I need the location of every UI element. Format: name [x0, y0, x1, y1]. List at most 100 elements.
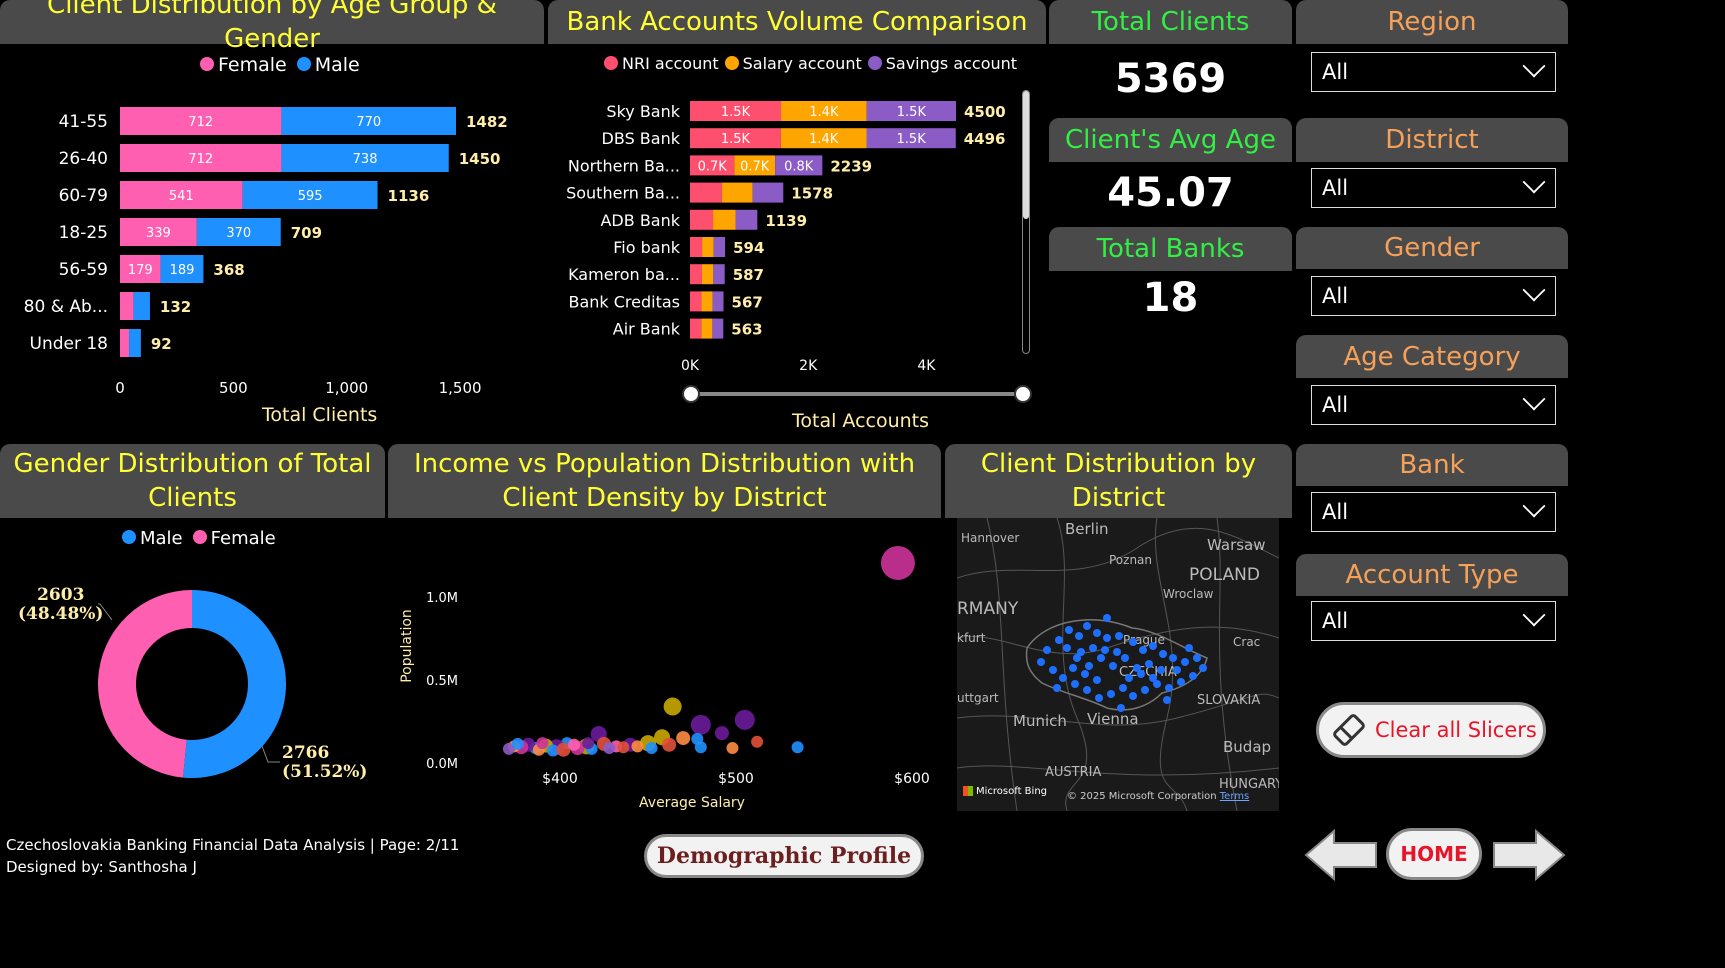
district-dot [1055, 636, 1063, 644]
slicer-region-dropdown[interactable]: All [1311, 52, 1556, 92]
district-point [511, 737, 524, 750]
x-tick-label: 4K [917, 358, 936, 374]
slicer-district-dropdown[interactable]: All [1311, 168, 1556, 208]
map-place-label: HUNGARY [1219, 777, 1279, 792]
district-dot [1107, 690, 1115, 698]
male-slice [183, 590, 286, 778]
female-data-label: 541 [169, 189, 194, 204]
district-dot [1129, 692, 1137, 700]
district-point [645, 742, 658, 755]
slicer-region-value: All [1322, 60, 1349, 84]
slicer-age-category: Age Category All [1296, 335, 1568, 438]
avg-age-label: Client's Avg Age [1049, 118, 1292, 162]
age-gender-xlabel: Total Clients [262, 404, 378, 426]
district-dot [1075, 632, 1083, 640]
slicer-gender: Gender All [1296, 227, 1568, 329]
district-map[interactable]: Berlin Hannover Poznan Warsaw POLAND Wroclaw R… [957, 518, 1279, 811]
home-button[interactable]: HOME [1386, 828, 1482, 880]
female-pct: (48.48%) [18, 604, 104, 624]
scatter-xlabel: Average Salary [639, 795, 745, 811]
map-place-label: Wroclaw [1163, 587, 1214, 601]
segment-data-label: 1.5K [897, 105, 927, 120]
map-place-label: Poznan [1109, 553, 1152, 567]
map-place-label: uttgart [957, 691, 999, 705]
district-dot [1113, 648, 1121, 656]
total-data-label: 1139 [765, 212, 807, 230]
savings-bar [712, 291, 724, 312]
chevron-down-icon [1522, 494, 1546, 518]
total-data-label: 563 [731, 321, 762, 339]
district-dot [1141, 686, 1149, 694]
map-place-label: kfurt [957, 631, 986, 645]
footer-info: Czechoslovakia Banking Financial Data An… [6, 836, 459, 876]
total-data-label: 587 [733, 266, 764, 284]
accounts-scroll-thumb[interactable] [1023, 91, 1029, 219]
clear-slicers-button[interactable]: Clear all Slicers [1316, 702, 1546, 758]
map-title: Client Distribution by District [945, 444, 1292, 518]
clear-slicers-label: Clear all Slicers [1375, 718, 1537, 742]
total-data-label: 132 [160, 298, 191, 316]
home-label: HOME [1400, 842, 1468, 866]
x-tick-label: 500 [219, 379, 248, 397]
bank-label: Air Bank [613, 320, 681, 339]
district-dot [1093, 629, 1101, 637]
y-tick-label: 0.5M [426, 674, 458, 689]
back-arrow-button[interactable] [1304, 829, 1380, 881]
total-data-label: 594 [733, 239, 764, 257]
district-dot [1181, 658, 1189, 666]
x-tick-label: 0K [681, 358, 700, 374]
district-dot [1149, 674, 1157, 682]
slicer-bank-dropdown[interactable]: All [1311, 492, 1556, 532]
slicer-age-category-dropdown[interactable]: All [1311, 385, 1556, 425]
total-data-label: 368 [213, 261, 244, 279]
page-name-button[interactable]: Demographic Profile [644, 834, 924, 878]
slider-handle-left[interactable] [682, 385, 700, 403]
district-dot [1077, 648, 1085, 656]
slicer-age-category-value: All [1322, 393, 1349, 417]
district-dot [1103, 614, 1111, 622]
accounts-chart: Sky Bank 1.5K 1.4K 1.5K 4500 DBS Bank 1.5K 1.4K… [566, 101, 1006, 374]
slicer-account-type-dropdown[interactable]: All [1311, 601, 1556, 641]
district-dot [1115, 632, 1123, 640]
slicer-gender-label: Gender [1296, 227, 1568, 269]
nri-bar [690, 318, 702, 339]
male-data-label: 189 [170, 263, 195, 278]
district-point [880, 545, 915, 580]
age-category-label: 56-59 [59, 260, 108, 280]
age-category-label: 60-79 [59, 186, 108, 206]
district-dot [1089, 644, 1097, 652]
savings-bar [713, 237, 726, 257]
segment-data-label: 0.7K [740, 159, 770, 174]
scatter-ylabel: Population [399, 609, 415, 683]
slicer-gender-dropdown[interactable]: All [1311, 276, 1556, 316]
district-dot [1125, 674, 1133, 682]
age-category-label: 41-55 [59, 112, 108, 132]
district-dot [1071, 680, 1079, 688]
district-point [751, 735, 764, 748]
chevron-down-icon [1522, 54, 1546, 78]
slicer-account-type: Account Type All [1296, 554, 1568, 658]
total-clients-value: 5369 [1114, 56, 1227, 102]
district-point [663, 697, 682, 716]
x-tick-label: 1,500 [439, 379, 482, 397]
map-panel: Client Distribution by District Berlin Ha… [945, 444, 1292, 826]
age-gender-panel: Client Distribution by Age Group & Gende… [0, 0, 544, 440]
district-dot [1059, 674, 1067, 682]
district-dot [1101, 646, 1109, 654]
male-data-label: 738 [353, 152, 378, 167]
accounts-scrollbar[interactable] [1022, 90, 1030, 354]
male-bar [129, 329, 141, 357]
salary-bar [721, 182, 753, 203]
scatter-panel: Income vs Population Distribution with C… [388, 444, 941, 826]
female-data-label: 179 [128, 263, 153, 278]
slider-handle-right[interactable] [1014, 385, 1032, 403]
nri-bar [690, 182, 722, 203]
forward-arrow-button[interactable] [1490, 829, 1566, 881]
district-point [714, 726, 729, 741]
slicer-bank-value: All [1322, 500, 1349, 524]
accounts-range-slider[interactable] [690, 392, 1022, 396]
slicer-district-label: District [1296, 118, 1568, 162]
terms-link[interactable]: Terms [1220, 791, 1249, 802]
total-data-label: 567 [732, 293, 763, 311]
district-point [690, 714, 711, 735]
